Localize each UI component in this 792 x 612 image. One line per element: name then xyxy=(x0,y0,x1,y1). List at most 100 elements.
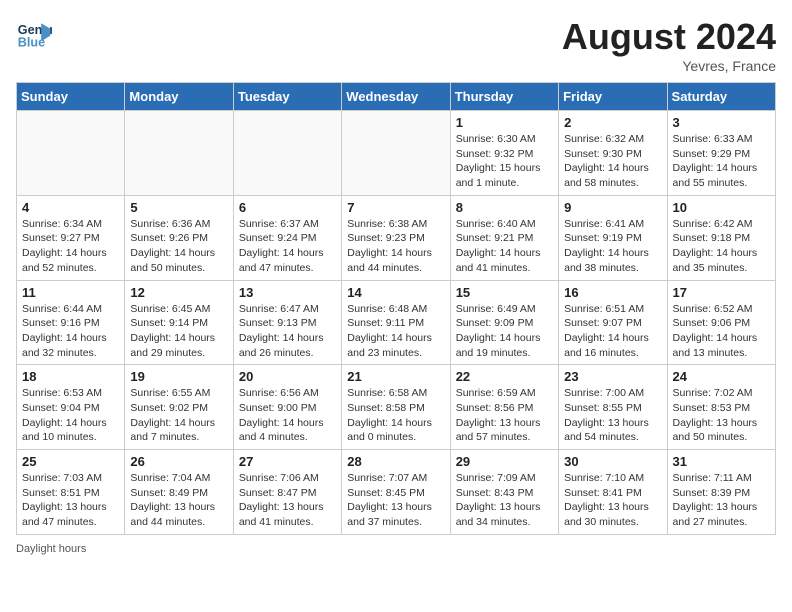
svg-text:Blue: Blue xyxy=(18,36,45,50)
day-info: Sunrise: 7:03 AM Sunset: 8:51 PM Dayligh… xyxy=(22,471,119,530)
calendar-day-header: Thursday xyxy=(450,83,558,111)
calendar-week-row: 1Sunrise: 6:30 AM Sunset: 9:32 PM Daylig… xyxy=(17,111,776,196)
day-number: 3 xyxy=(673,115,770,130)
day-number: 19 xyxy=(130,369,227,384)
footer-note: Daylight hours xyxy=(16,543,776,555)
calendar-cell: 5 Sunrise: 6:36 AM Sunset: 9:26 PM Daylig… xyxy=(125,195,233,280)
day-info: Sunrise: 6:42 AM Sunset: 9:18 PM Dayligh… xyxy=(673,217,770,276)
day-number: 4 xyxy=(22,200,119,215)
day-info: Sunrise: 6:51 AM Sunset: 9:07 PM Dayligh… xyxy=(564,302,661,361)
day-number: 30 xyxy=(564,454,661,469)
day-number: 24 xyxy=(673,369,770,384)
day-number: 25 xyxy=(22,454,119,469)
calendar-week-row: 4 Sunrise: 6:34 AM Sunset: 9:27 PM Daylig… xyxy=(17,195,776,280)
day-number: 20 xyxy=(239,369,336,384)
day-number: 10 xyxy=(673,200,770,215)
day-number: 7 xyxy=(347,200,444,215)
day-number: 1 xyxy=(456,115,553,130)
day-number: 31 xyxy=(673,454,770,469)
calendar-day-header: Friday xyxy=(559,83,667,111)
calendar-day-header: Saturday xyxy=(667,83,775,111)
calendar-cell: 19Sunrise: 6:55 AM Sunset: 9:02 PM Dayli… xyxy=(125,365,233,450)
day-info: Sunrise: 6:49 AM Sunset: 9:09 PM Dayligh… xyxy=(456,302,553,361)
day-info: Sunrise: 7:11 AM Sunset: 8:39 PM Dayligh… xyxy=(673,471,770,530)
calendar-cell: 3 Sunrise: 6:33 AM Sunset: 9:29 PM Daylig… xyxy=(667,111,775,196)
day-number: 11 xyxy=(22,285,119,300)
day-number: 8 xyxy=(456,200,553,215)
logo-icon: General Blue xyxy=(16,16,52,52)
calendar-cell: 25 Sunrise: 7:03 AM Sunset: 8:51 PM Dayli… xyxy=(17,450,125,535)
location: Yevres, France xyxy=(562,58,776,74)
calendar-week-row: 11Sunrise: 6:44 AM Sunset: 9:16 PM Dayli… xyxy=(17,280,776,365)
calendar-week-row: 25 Sunrise: 7:03 AM Sunset: 8:51 PM Dayli… xyxy=(17,450,776,535)
day-number: 16 xyxy=(564,285,661,300)
page-header: General Blue August 2024 Yevres, France xyxy=(16,16,776,74)
calendar-cell: 16 Sunrise: 6:51 AM Sunset: 9:07 PM Dayli… xyxy=(559,280,667,365)
calendar-cell xyxy=(342,111,450,196)
day-number: 27 xyxy=(239,454,336,469)
day-number: 2 xyxy=(564,115,661,130)
day-info: Sunrise: 7:02 AM Sunset: 8:53 PM Dayligh… xyxy=(673,386,770,445)
day-info: Sunrise: 6:36 AM Sunset: 9:26 PM Dayligh… xyxy=(130,217,227,276)
calendar-cell: 1Sunrise: 6:30 AM Sunset: 9:32 PM Daylig… xyxy=(450,111,558,196)
calendar-cell: 22Sunrise: 6:59 AM Sunset: 8:56 PM Dayli… xyxy=(450,365,558,450)
day-number: 13 xyxy=(239,285,336,300)
calendar-cell: 11Sunrise: 6:44 AM Sunset: 9:16 PM Dayli… xyxy=(17,280,125,365)
day-info: Sunrise: 7:00 AM Sunset: 8:55 PM Dayligh… xyxy=(564,386,661,445)
day-info: Sunrise: 6:45 AM Sunset: 9:14 PM Dayligh… xyxy=(130,302,227,361)
day-number: 5 xyxy=(130,200,227,215)
day-number: 9 xyxy=(564,200,661,215)
day-number: 23 xyxy=(564,369,661,384)
calendar-cell: 27 Sunrise: 7:06 AM Sunset: 8:47 PM Dayli… xyxy=(233,450,341,535)
calendar-cell: 21 Sunrise: 6:58 AM Sunset: 8:58 PM Dayli… xyxy=(342,365,450,450)
day-number: 17 xyxy=(673,285,770,300)
calendar-cell: 17 Sunrise: 6:52 AM Sunset: 9:06 PM Dayli… xyxy=(667,280,775,365)
day-info: Sunrise: 7:06 AM Sunset: 8:47 PM Dayligh… xyxy=(239,471,336,530)
day-info: Sunrise: 6:40 AM Sunset: 9:21 PM Dayligh… xyxy=(456,217,553,276)
calendar-cell: 4 Sunrise: 6:34 AM Sunset: 9:27 PM Daylig… xyxy=(17,195,125,280)
day-number: 6 xyxy=(239,200,336,215)
calendar-cell: 12 Sunrise: 6:45 AM Sunset: 9:14 PM Dayli… xyxy=(125,280,233,365)
day-number: 12 xyxy=(130,285,227,300)
day-info: Sunrise: 6:48 AM Sunset: 9:11 PM Dayligh… xyxy=(347,302,444,361)
calendar-cell: 8 Sunrise: 6:40 AM Sunset: 9:21 PM Daylig… xyxy=(450,195,558,280)
day-info: Sunrise: 6:38 AM Sunset: 9:23 PM Dayligh… xyxy=(347,217,444,276)
calendar-cell: 30Sunrise: 7:10 AM Sunset: 8:41 PM Dayli… xyxy=(559,450,667,535)
day-info: Sunrise: 6:37 AM Sunset: 9:24 PM Dayligh… xyxy=(239,217,336,276)
calendar-cell: 18Sunrise: 6:53 AM Sunset: 9:04 PM Dayli… xyxy=(17,365,125,450)
calendar-cell: 31 Sunrise: 7:11 AM Sunset: 8:39 PM Dayli… xyxy=(667,450,775,535)
calendar-header-row: SundayMondayTuesdayWednesdayThursdayFrid… xyxy=(17,83,776,111)
calendar-cell: 29Sunrise: 7:09 AM Sunset: 8:43 PM Dayli… xyxy=(450,450,558,535)
day-info: Sunrise: 6:58 AM Sunset: 8:58 PM Dayligh… xyxy=(347,386,444,445)
calendar-cell: 28Sunrise: 7:07 AM Sunset: 8:45 PM Dayli… xyxy=(342,450,450,535)
day-number: 14 xyxy=(347,285,444,300)
day-info: Sunrise: 6:41 AM Sunset: 9:19 PM Dayligh… xyxy=(564,217,661,276)
calendar-cell: 6 Sunrise: 6:37 AM Sunset: 9:24 PM Daylig… xyxy=(233,195,341,280)
calendar-cell: 15 Sunrise: 6:49 AM Sunset: 9:09 PM Dayli… xyxy=(450,280,558,365)
calendar-cell: 10 Sunrise: 6:42 AM Sunset: 9:18 PM Dayli… xyxy=(667,195,775,280)
logo: General Blue xyxy=(16,16,52,52)
calendar-day-header: Sunday xyxy=(17,83,125,111)
day-info: Sunrise: 6:33 AM Sunset: 9:29 PM Dayligh… xyxy=(673,132,770,191)
calendar-cell: 20 Sunrise: 6:56 AM Sunset: 9:00 PM Dayli… xyxy=(233,365,341,450)
calendar-cell: 9 Sunrise: 6:41 AM Sunset: 9:19 PM Daylig… xyxy=(559,195,667,280)
day-info: Sunrise: 6:47 AM Sunset: 9:13 PM Dayligh… xyxy=(239,302,336,361)
calendar-day-header: Monday xyxy=(125,83,233,111)
day-info: Sunrise: 6:52 AM Sunset: 9:06 PM Dayligh… xyxy=(673,302,770,361)
calendar-week-row: 18Sunrise: 6:53 AM Sunset: 9:04 PM Dayli… xyxy=(17,365,776,450)
day-info: Sunrise: 6:32 AM Sunset: 9:30 PM Dayligh… xyxy=(564,132,661,191)
month-year: August 2024 xyxy=(562,16,776,58)
day-number: 26 xyxy=(130,454,227,469)
day-info: Sunrise: 6:56 AM Sunset: 9:00 PM Dayligh… xyxy=(239,386,336,445)
calendar-table: SundayMondayTuesdayWednesdayThursdayFrid… xyxy=(16,82,776,535)
day-number: 21 xyxy=(347,369,444,384)
title-block: August 2024 Yevres, France xyxy=(562,16,776,74)
calendar-cell: 14 Sunrise: 6:48 AM Sunset: 9:11 PM Dayli… xyxy=(342,280,450,365)
day-number: 15 xyxy=(456,285,553,300)
day-info: Sunrise: 6:34 AM Sunset: 9:27 PM Dayligh… xyxy=(22,217,119,276)
calendar-cell: 23 Sunrise: 7:00 AM Sunset: 8:55 PM Dayli… xyxy=(559,365,667,450)
day-info: Sunrise: 7:09 AM Sunset: 8:43 PM Dayligh… xyxy=(456,471,553,530)
calendar-cell: 24 Sunrise: 7:02 AM Sunset: 8:53 PM Dayli… xyxy=(667,365,775,450)
calendar-cell: 7 Sunrise: 6:38 AM Sunset: 9:23 PM Daylig… xyxy=(342,195,450,280)
calendar-cell: 13 Sunrise: 6:47 AM Sunset: 9:13 PM Dayli… xyxy=(233,280,341,365)
